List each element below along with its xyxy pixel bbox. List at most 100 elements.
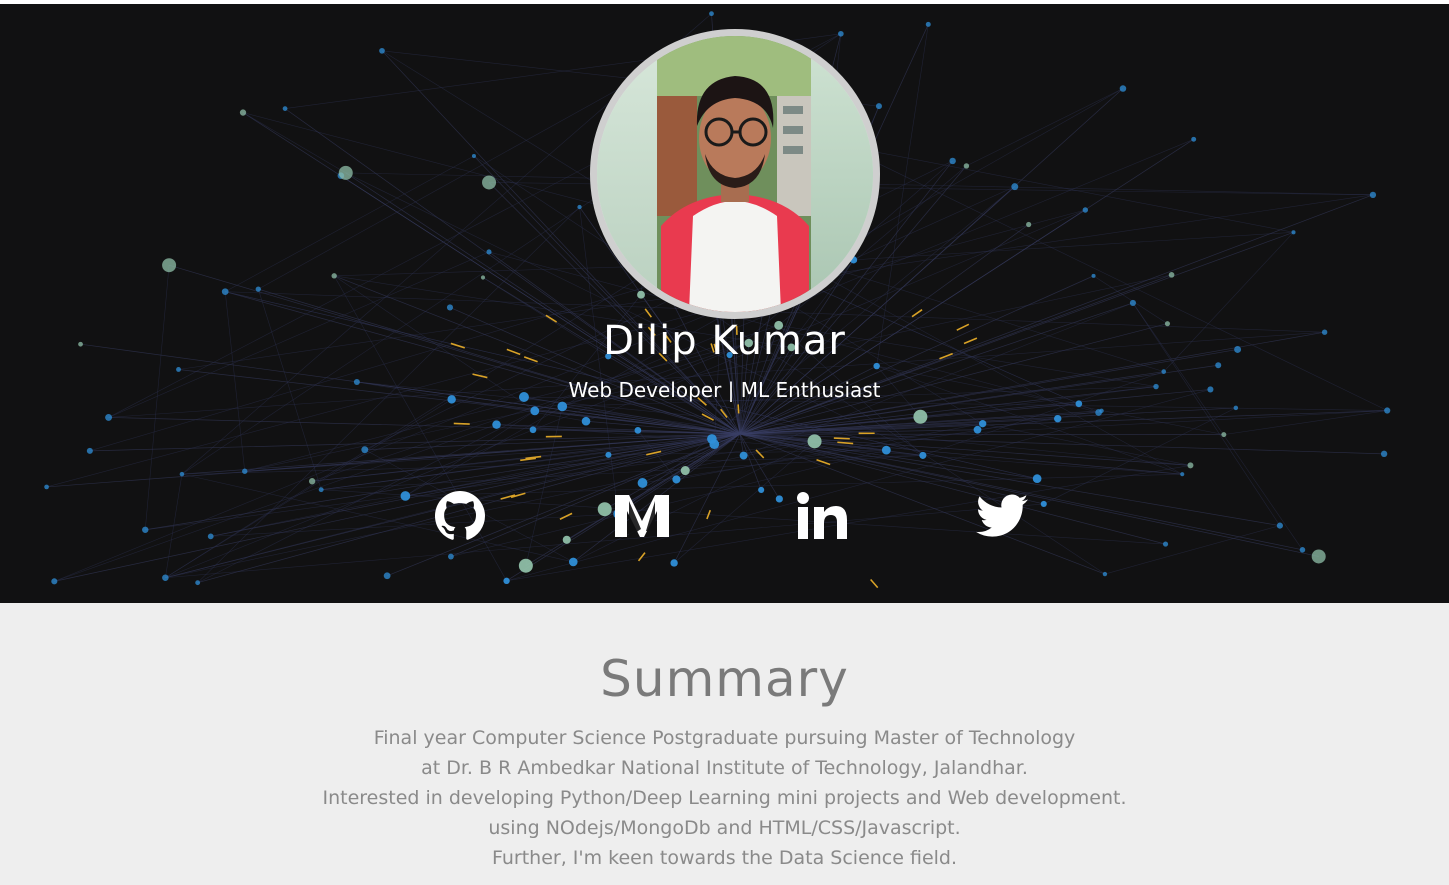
network-node (86, 447, 93, 454)
network-node (1187, 462, 1194, 469)
network-node (1053, 414, 1062, 423)
network-node (1276, 522, 1283, 529)
summary-line: at Dr. B R Ambedkar National Institute o… (421, 757, 1028, 779)
network-line (876, 24, 929, 367)
network-node (1161, 369, 1167, 374)
network-spark (833, 437, 850, 440)
network-line (1104, 525, 1280, 575)
network-node (1221, 432, 1227, 438)
network-node (680, 466, 690, 476)
network-node (242, 468, 248, 474)
network-node (1299, 547, 1306, 553)
network-node (331, 273, 337, 279)
network-node (925, 21, 931, 27)
network-node (162, 574, 169, 581)
network-node (179, 471, 185, 477)
twitter-link[interactable] (970, 484, 1034, 548)
network-line (242, 112, 346, 174)
network-node (557, 401, 568, 412)
network-node (492, 420, 501, 429)
network-node (308, 478, 316, 485)
network-node (919, 451, 927, 459)
linkedin-link[interactable] (790, 484, 854, 548)
network-node (482, 175, 497, 190)
network-node (838, 30, 844, 37)
network-node (1091, 273, 1096, 278)
network-node (447, 553, 454, 560)
network-node (221, 288, 229, 295)
network-node (1291, 230, 1296, 235)
network-node (529, 426, 537, 434)
network-node (581, 416, 591, 426)
network-node (1129, 299, 1136, 306)
network-node (400, 491, 411, 501)
network-node (1095, 409, 1102, 416)
network-node (1380, 450, 1388, 458)
network-line (210, 513, 619, 537)
network-node (758, 486, 765, 494)
network-node (807, 434, 822, 449)
network-node (379, 47, 385, 54)
medium-link[interactable] (610, 484, 674, 548)
network-node (1011, 183, 1019, 191)
network-node (1119, 85, 1127, 92)
network-node (605, 451, 612, 458)
network-node (1191, 136, 1197, 142)
network-node (881, 445, 891, 455)
network-line (165, 399, 452, 578)
network-spark (755, 449, 765, 459)
network-line (966, 88, 1124, 167)
network-node (207, 533, 214, 540)
network-node (471, 154, 476, 159)
network-node (162, 258, 177, 273)
network-node (1026, 221, 1032, 228)
network-node (446, 304, 454, 311)
medium-icon (613, 491, 671, 541)
network-node (634, 427, 642, 434)
summary-line: Interested in developing Python/Deep Lea… (322, 787, 1127, 809)
network-node (318, 487, 324, 493)
network-node (672, 475, 681, 484)
network-node (480, 275, 486, 280)
network-node (503, 577, 510, 585)
network-node (577, 204, 582, 210)
network-node (195, 580, 201, 586)
network-spark (453, 422, 470, 425)
summary-line: Final year Computer Science Postgraduate… (373, 727, 1076, 749)
network-node (1032, 474, 1042, 484)
network-node (670, 559, 678, 567)
network-node (1369, 191, 1377, 198)
profile-tagline: Web Developer | ML Enthusiast (568, 378, 881, 402)
network-spark (525, 455, 542, 460)
network-spark (737, 404, 740, 414)
network-node (1384, 407, 1391, 414)
hero-section: Dilip Kumar Web Developer | ML Enthusias… (0, 4, 1449, 603)
network-node (142, 526, 149, 533)
network-node (1168, 271, 1175, 278)
network-node (530, 406, 540, 416)
network-node (1082, 207, 1089, 213)
network-node (1102, 571, 1108, 577)
network-node (949, 157, 956, 165)
summary-title: Summary (600, 650, 849, 708)
summary-line: Further, I'm keen towards the Data Scien… (491, 847, 958, 869)
network-spark (911, 309, 923, 318)
network-line (739, 410, 1388, 435)
network-node (1311, 549, 1326, 564)
summary-line: using NOdejs/MongoDb and HTML/CSS/Javasc… (488, 817, 961, 839)
network-line (853, 232, 1294, 261)
github-link[interactable] (428, 484, 492, 548)
network-node (973, 425, 982, 434)
network-spark (870, 578, 879, 589)
network-spark (816, 459, 831, 466)
network-line (181, 473, 574, 563)
network-node (1162, 541, 1169, 547)
avatar (590, 29, 880, 319)
network-node (1233, 405, 1239, 411)
network-node (569, 557, 578, 567)
linkedin-icon (796, 492, 848, 540)
network-node (486, 249, 492, 255)
network-node (239, 109, 247, 116)
network-node (44, 484, 49, 490)
network-line (181, 455, 923, 475)
